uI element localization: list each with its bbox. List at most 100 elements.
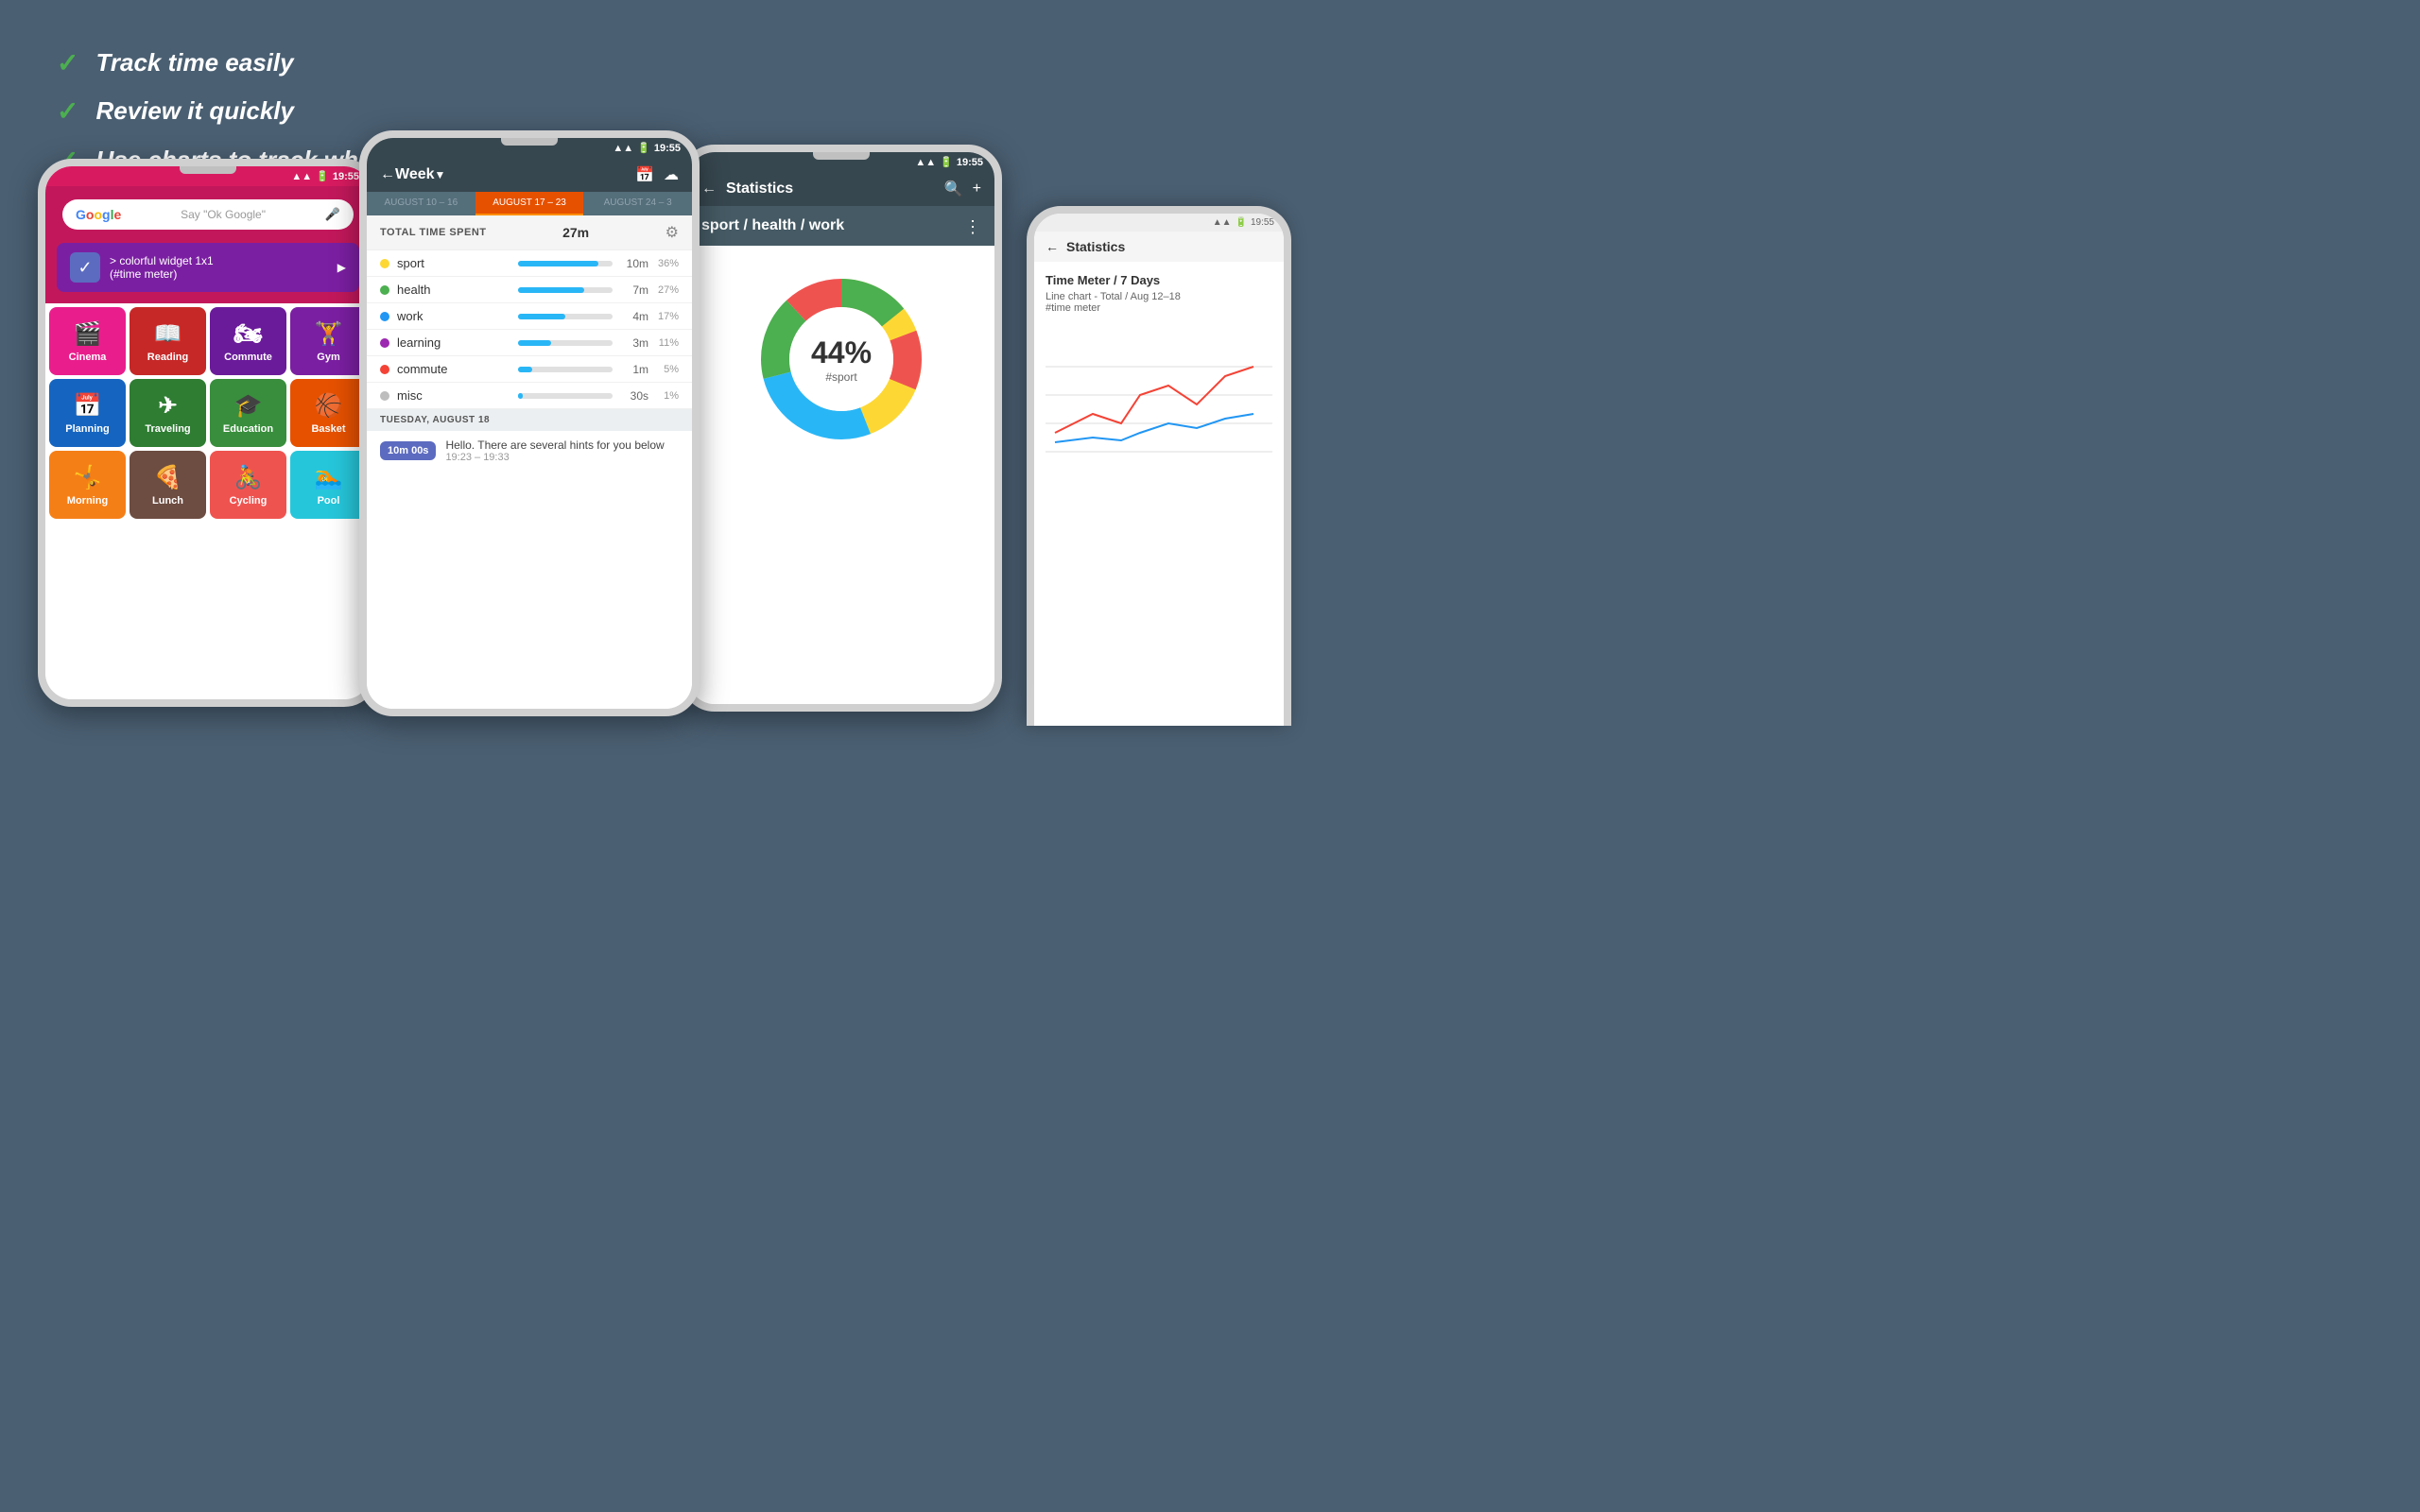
- line-chart-svg: [1046, 329, 1272, 461]
- phone3-title: Statistics: [726, 180, 944, 198]
- phone2-time: 19:55: [654, 143, 681, 154]
- sport-pct: 36%: [648, 258, 679, 269]
- event-row: 10m 00s Hello. There are several hints f…: [367, 431, 692, 471]
- back-phone-signal: ▲▲: [1213, 217, 1232, 228]
- day-header: TUESDAY, AUGUST 18: [367, 409, 692, 431]
- week-tab-1[interactable]: AUGUST 10 – 16: [367, 192, 475, 215]
- commute-time: 1m: [620, 363, 648, 376]
- calendar-icon-ph2[interactable]: 📅: [635, 165, 654, 184]
- app-cycling[interactable]: 🚴 Cycling: [210, 451, 286, 519]
- app-gym[interactable]: 🏋 Gym: [290, 307, 367, 375]
- lunch-label: Lunch: [152, 495, 183, 507]
- phone3-battery: 🔋: [940, 156, 953, 168]
- play-icon: ▶: [337, 261, 346, 274]
- widget-line1: > colorful widget 1x1: [110, 254, 214, 267]
- pool-icon: 🏊: [315, 464, 343, 491]
- widget-text: > colorful widget 1x1 (#time meter): [110, 254, 214, 281]
- activity-sport: sport 10m 36%: [367, 250, 692, 277]
- phone2-frame: ▲▲ 🔋 19:55 ← Week ▼ 📅 ☁ AUGUST 10 – 16 A…: [359, 130, 700, 716]
- work-bar-bg: [518, 314, 613, 319]
- reading-label: Reading: [147, 352, 188, 363]
- app-grid: 🎬 Cinema 📖 Reading 🏍 Commute 🏋 Gym: [45, 303, 371, 523]
- app-morning[interactable]: 🤸 Morning: [49, 451, 126, 519]
- widget-row[interactable]: ✓ > colorful widget 1x1 (#time meter) ▶: [57, 243, 359, 292]
- phone2-status-bar: ▲▲ 🔋 19:55: [367, 138, 692, 158]
- health-dot: [380, 285, 389, 295]
- phone2-content: ▲▲ 🔋 19:55 ← Week ▼ 📅 ☁ AUGUST 10 – 16 A…: [367, 138, 692, 709]
- learning-name: learning: [397, 335, 510, 350]
- cycling-icon: 🚴: [234, 464, 263, 491]
- app-pool[interactable]: 🏊 Pool: [290, 451, 367, 519]
- week-tab-2-label: AUGUST 17 – 23: [493, 198, 566, 208]
- phone3-header: ← Statistics 🔍 +: [688, 172, 994, 206]
- week-tab-3-label: AUGUST 24 – 3: [604, 198, 672, 208]
- phone3-subtitle: sport / health / work: [701, 217, 844, 233]
- back-phone-header: ← Statistics: [1034, 232, 1284, 262]
- widget-icon: ✓: [70, 252, 100, 283]
- education-icon: 🎓: [234, 392, 263, 420]
- back-arrow-ph2[interactable]: ←: [380, 166, 395, 183]
- app-traveling[interactable]: ✈ Traveling: [130, 379, 206, 447]
- cloud-icon-ph2[interactable]: ☁: [664, 165, 679, 184]
- phone3-content: ▲▲ 🔋 19:55 ← Statistics 🔍 + sport / heal…: [688, 152, 994, 704]
- app-lunch[interactable]: 🍕 Lunch: [130, 451, 206, 519]
- phone-back-frame: ▲▲ 🔋 19:55 ← Statistics Time Meter / 7 D…: [1027, 206, 1291, 726]
- back-arrow-ph3[interactable]: ←: [701, 180, 717, 198]
- search-icon-ph3[interactable]: 🔍: [944, 180, 963, 198]
- gym-icon: 🏋: [315, 320, 343, 348]
- feature-text-review: Review it quickly: [95, 96, 294, 126]
- morning-icon: 🤸: [74, 464, 102, 491]
- traveling-icon: ✈: [158, 392, 177, 420]
- check-icon-track: ✓: [57, 47, 78, 78]
- week-tab-3[interactable]: AUGUST 24 – 3: [583, 192, 692, 215]
- donut-chart-container: 44% #sport: [688, 246, 994, 472]
- phone2-header: ← Week ▼ 📅 ☁: [367, 158, 692, 192]
- commute-bar-bg: [518, 367, 613, 372]
- google-placeholder: Say "Ok Google": [181, 208, 266, 221]
- phone2-battery: 🔋: [637, 142, 650, 154]
- total-label: TOTAL TIME SPENT: [380, 227, 487, 238]
- back-phone-title: Statistics: [1066, 239, 1125, 254]
- misc-bar-bg: [518, 393, 613, 399]
- health-bar: [518, 287, 584, 293]
- donut-label: #sport: [811, 370, 872, 384]
- activity-work: work 4m 17%: [367, 303, 692, 330]
- health-name: health: [397, 283, 510, 297]
- app-planning[interactable]: 📅 Planning: [49, 379, 126, 447]
- planning-icon: 📅: [74, 392, 102, 420]
- phone1-battery: 🔋: [316, 170, 329, 182]
- misc-bar: [518, 393, 523, 399]
- learning-time: 3m: [620, 336, 648, 350]
- donut-pct: 44%: [811, 335, 872, 370]
- work-name: work: [397, 309, 510, 323]
- sport-time: 10m: [620, 257, 648, 270]
- feature-item-track: ✓ Track time easily: [57, 47, 718, 78]
- total-row: TOTAL TIME SPENT 27m ⚙: [367, 215, 692, 250]
- widget-line2: (#time meter): [110, 267, 214, 281]
- google-search-bar[interactable]: Google Say "Ok Google" 🎤: [62, 199, 354, 230]
- dropdown-icon-ph2[interactable]: ▼: [435, 168, 446, 181]
- app-reading[interactable]: 📖 Reading: [130, 307, 206, 375]
- add-icon-ph3[interactable]: +: [973, 180, 981, 198]
- app-commute[interactable]: 🏍 Commute: [210, 307, 286, 375]
- phone1-time: 19:55: [333, 171, 359, 182]
- back-phone-content: Time Meter / 7 Days Line chart - Total /…: [1034, 262, 1284, 491]
- work-bar: [518, 314, 565, 319]
- activity-learning: learning 3m 11%: [367, 330, 692, 356]
- app-basket[interactable]: 🏀 Basket: [290, 379, 367, 447]
- more-vert-icon[interactable]: ⋮: [964, 217, 981, 237]
- feature-text-track: Track time easily: [95, 48, 293, 77]
- back-arrow-back-ph[interactable]: ←: [1046, 239, 1059, 254]
- phone3-frame: ▲▲ 🔋 19:55 ← Statistics 🔍 + sport / heal…: [681, 145, 1002, 712]
- app-education[interactable]: 🎓 Education: [210, 379, 286, 447]
- reading-icon: 📖: [154, 320, 182, 348]
- week-tab-2[interactable]: AUGUST 17 – 23: [475, 192, 584, 215]
- commute-name: commute: [397, 362, 510, 376]
- app-cinema[interactable]: 🎬 Cinema: [49, 307, 126, 375]
- traveling-label: Traveling: [145, 423, 190, 435]
- commute-bar: [518, 367, 532, 372]
- donut-center: 44% #sport: [811, 335, 872, 384]
- settings-icon-total[interactable]: ⚙: [666, 223, 679, 242]
- total-time: 27m: [562, 225, 589, 240]
- education-label: Education: [223, 423, 273, 435]
